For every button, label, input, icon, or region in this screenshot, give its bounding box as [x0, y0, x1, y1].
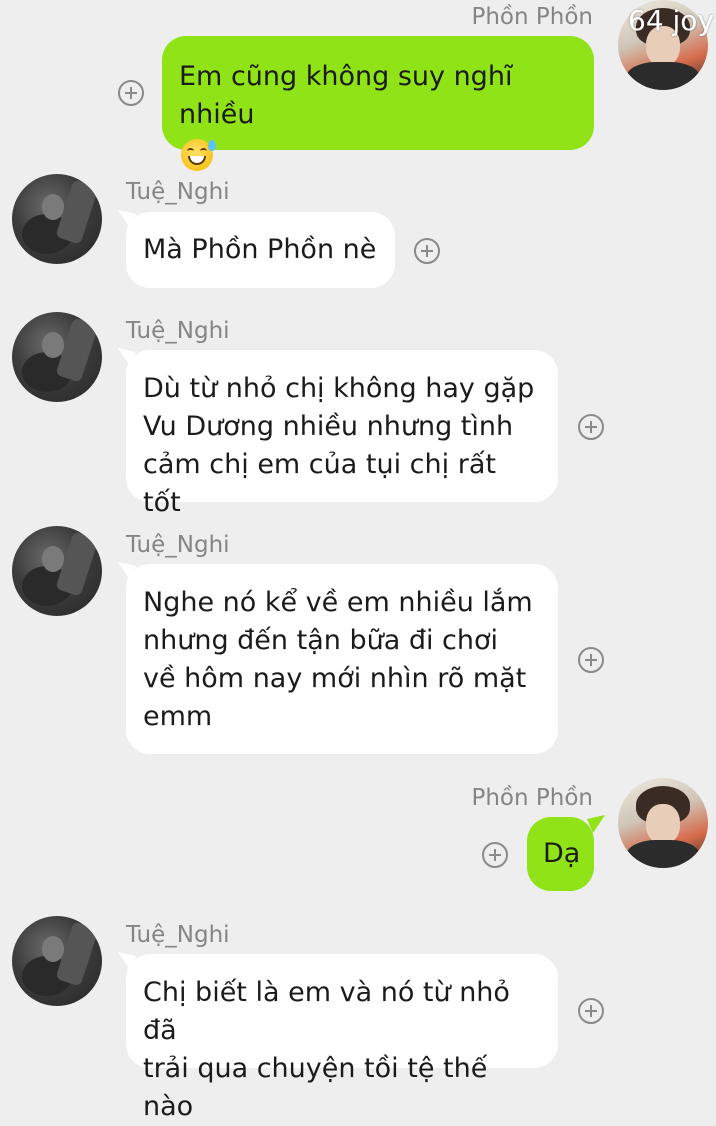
sender-name: Tuệ_Nghi	[126, 318, 230, 344]
add-reaction-icon[interactable]	[482, 842, 508, 868]
sender-name: Tuệ_Nghi	[126, 179, 230, 205]
avatar[interactable]	[618, 778, 708, 868]
add-reaction-icon[interactable]	[118, 80, 144, 106]
message-bubble[interactable]: Chị biết là em và nó từ nhỏ đã trải qua …	[126, 954, 558, 1122]
message-bubble[interactable]: Mà Phồn Phồn nè	[126, 212, 395, 288]
add-reaction-icon[interactable]	[414, 238, 440, 264]
watermark-text: 64 joy	[628, 4, 715, 37]
message-text: Mà Phồn Phồn nè	[143, 234, 377, 265]
avatar[interactable]	[12, 526, 102, 616]
message-bubble[interactable]: Nghe nó kể về em nhiều lắm nhưng đến tận…	[126, 564, 558, 754]
sender-name: Tuệ_Nghi	[126, 922, 230, 948]
message-text: Dù từ nhỏ chị không hay gặp Vu Dương nhi…	[143, 373, 535, 518]
sender-name: Phồn Phồn	[471, 785, 593, 811]
message-bubble[interactable]: Em cũng không suy nghĩ nhiều	[162, 36, 594, 171]
message-text: Em cũng không suy nghĩ nhiều	[179, 61, 513, 130]
message-text: Dạ	[543, 838, 581, 869]
sender-name: Tuệ_Nghi	[126, 532, 230, 558]
grinning-sweat-emoji-icon	[181, 138, 216, 171]
avatar[interactable]	[12, 916, 102, 1006]
message-text: Chị biết là em và nó từ nhỏ đã trải qua …	[143, 977, 510, 1122]
message-bubble[interactable]: Dù từ nhỏ chị không hay gặp Vu Dương nhi…	[126, 350, 558, 518]
avatar[interactable]	[12, 312, 102, 402]
sender-name: Phồn Phồn	[471, 4, 593, 30]
add-reaction-icon[interactable]	[578, 414, 604, 440]
message-text: Nghe nó kể về em nhiều lắm nhưng đến tận…	[143, 587, 533, 732]
add-reaction-icon[interactable]	[578, 998, 604, 1024]
message-bubble[interactable]: Dạ	[527, 817, 594, 891]
avatar[interactable]	[12, 174, 102, 264]
add-reaction-icon[interactable]	[578, 647, 604, 673]
